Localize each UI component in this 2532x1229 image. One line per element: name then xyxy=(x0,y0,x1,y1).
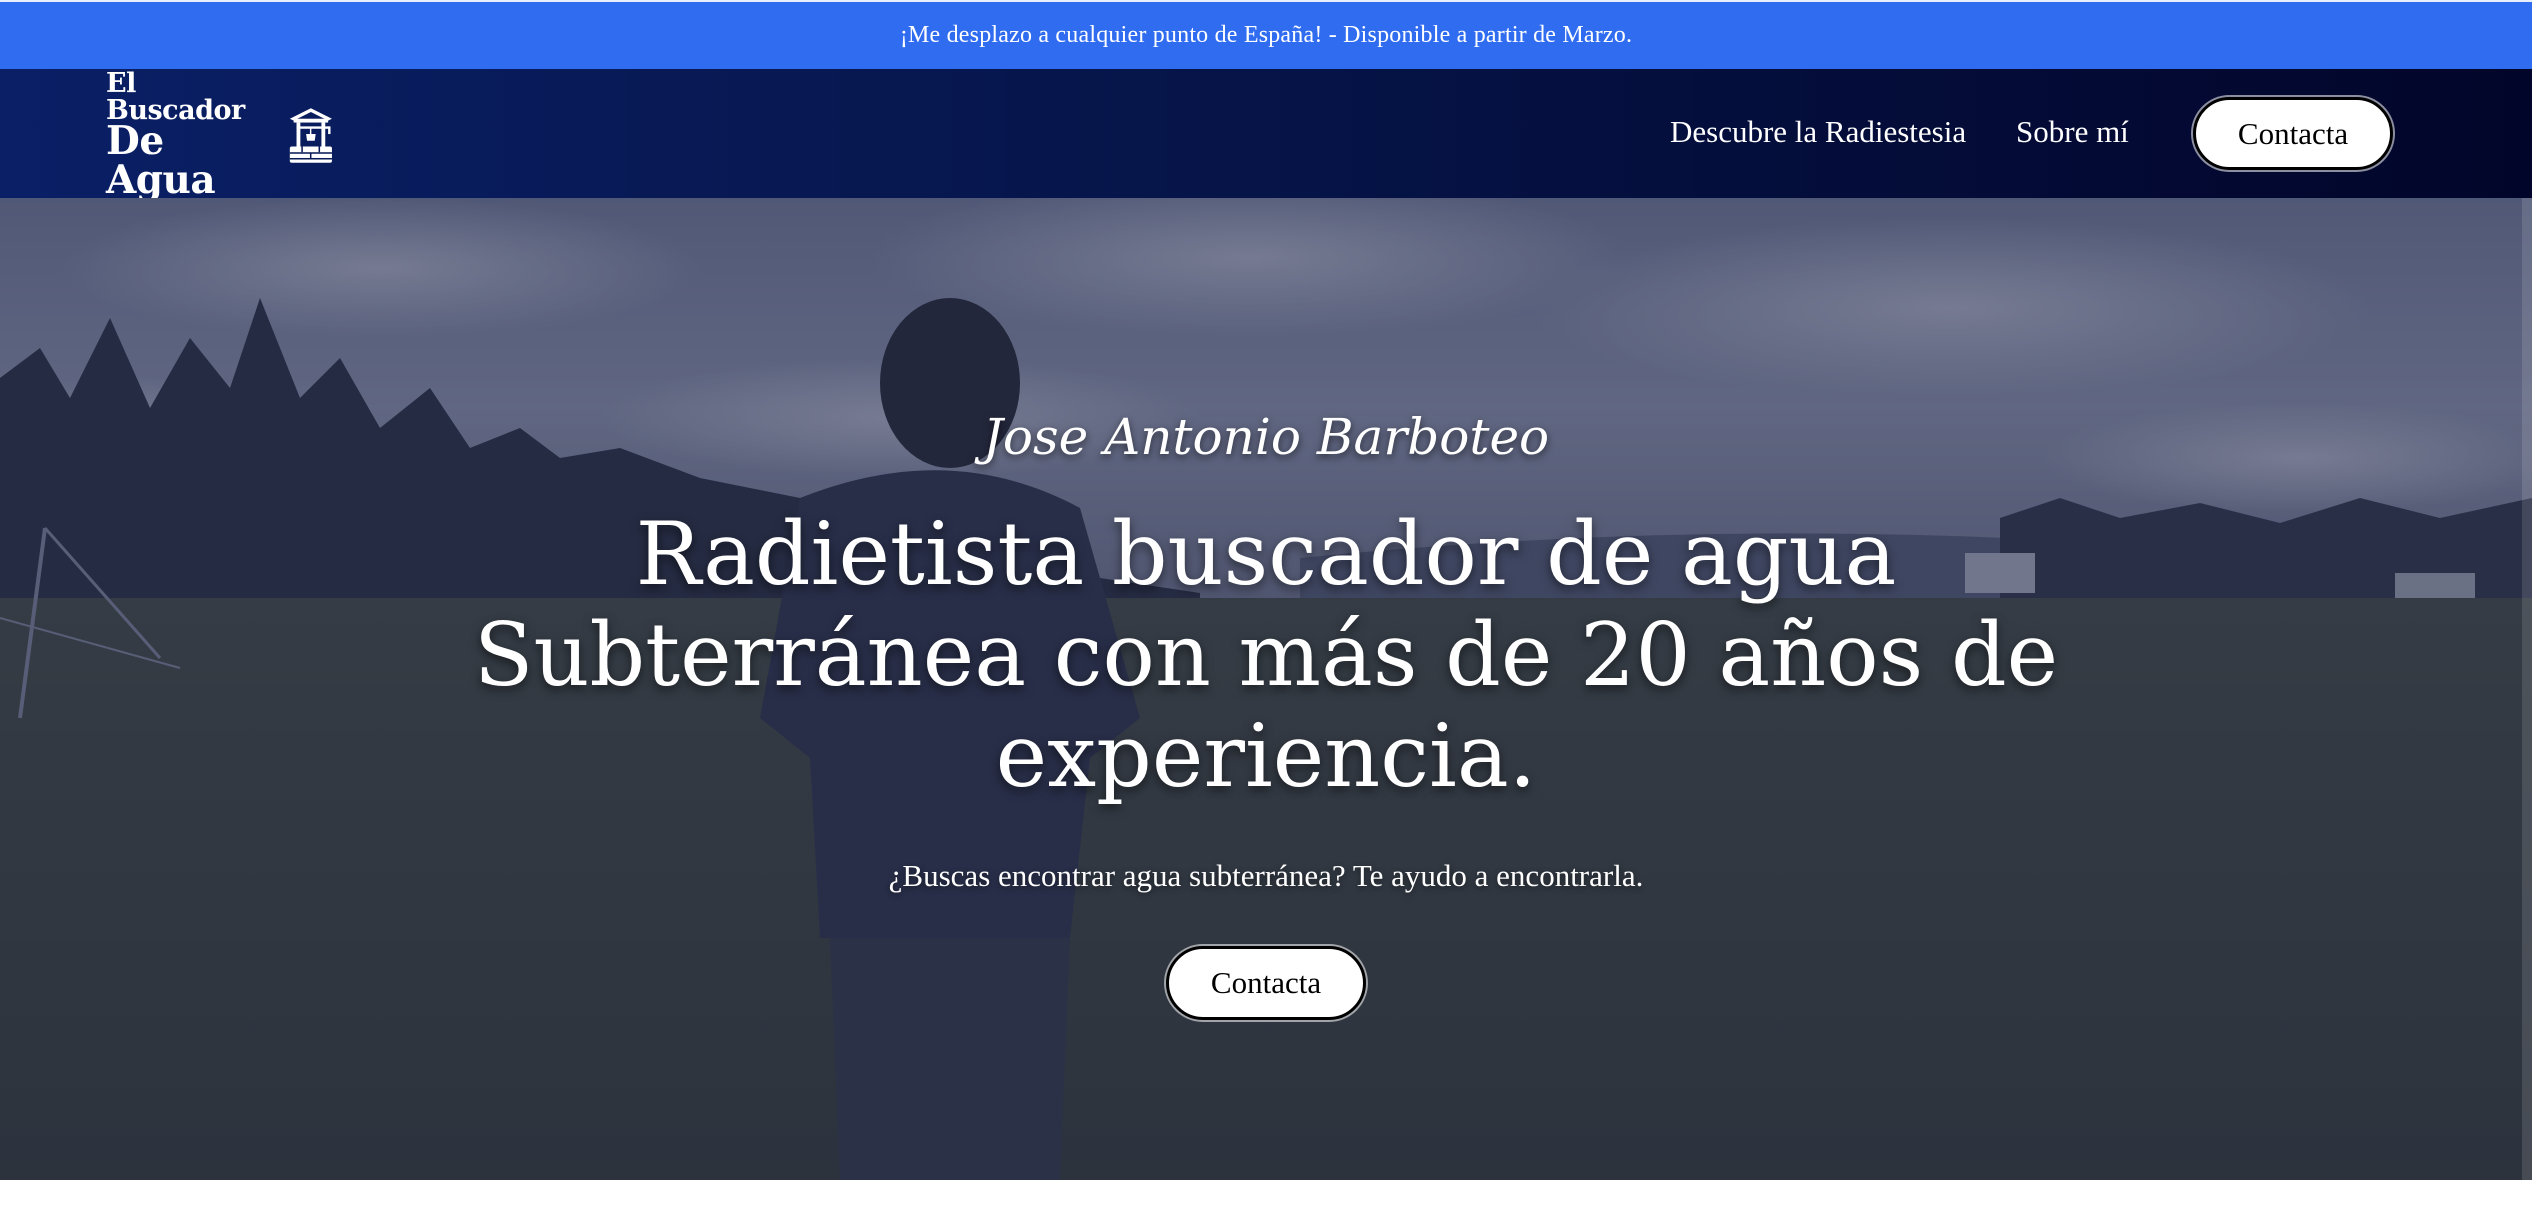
logo-wordmark: El Buscador De Agua xyxy=(106,70,278,200)
hero-title: Radietista buscador de agua Subterránea … xyxy=(473,503,2059,807)
water-well-icon xyxy=(290,108,333,163)
nav-link-radiestesia[interactable]: Descubre la Radiestesia xyxy=(1670,114,1966,150)
hero-subtitle: ¿Buscas encontrar agua subterránea? Te a… xyxy=(888,858,1644,893)
site-logo[interactable]: El Buscador De Agua xyxy=(106,70,336,200)
logo-line-1: El Buscador xyxy=(106,68,245,126)
hero-section: Jose Antonio Barboteo Radietista buscado… xyxy=(0,198,2532,1180)
announcement-text: ¡Me desplazo a cualquier punto de España… xyxy=(899,22,1633,48)
hero-content: Jose Antonio Barboteo Radietista buscado… xyxy=(0,198,2532,1180)
nav-link-sobre-mi[interactable]: Sobre mí xyxy=(2016,114,2129,150)
page: ¡Me desplazo a cualquier punto de España… xyxy=(0,0,2532,1229)
next-section-top xyxy=(0,1180,2532,1229)
logo-line-2: De Agua xyxy=(106,118,216,203)
hero-contact-button[interactable]: Contacta xyxy=(1166,946,1366,1020)
announcement-bar: ¡Me desplazo a cualquier punto de España… xyxy=(0,0,2532,69)
site-header: El Buscador De Agua Descubre la Radieste… xyxy=(0,69,2532,200)
hero-person-name: Jose Antonio Barboteo xyxy=(982,408,1550,466)
scrollbar-edge xyxy=(2522,198,2532,1180)
header-contact-button[interactable]: Contacta xyxy=(2193,97,2393,170)
